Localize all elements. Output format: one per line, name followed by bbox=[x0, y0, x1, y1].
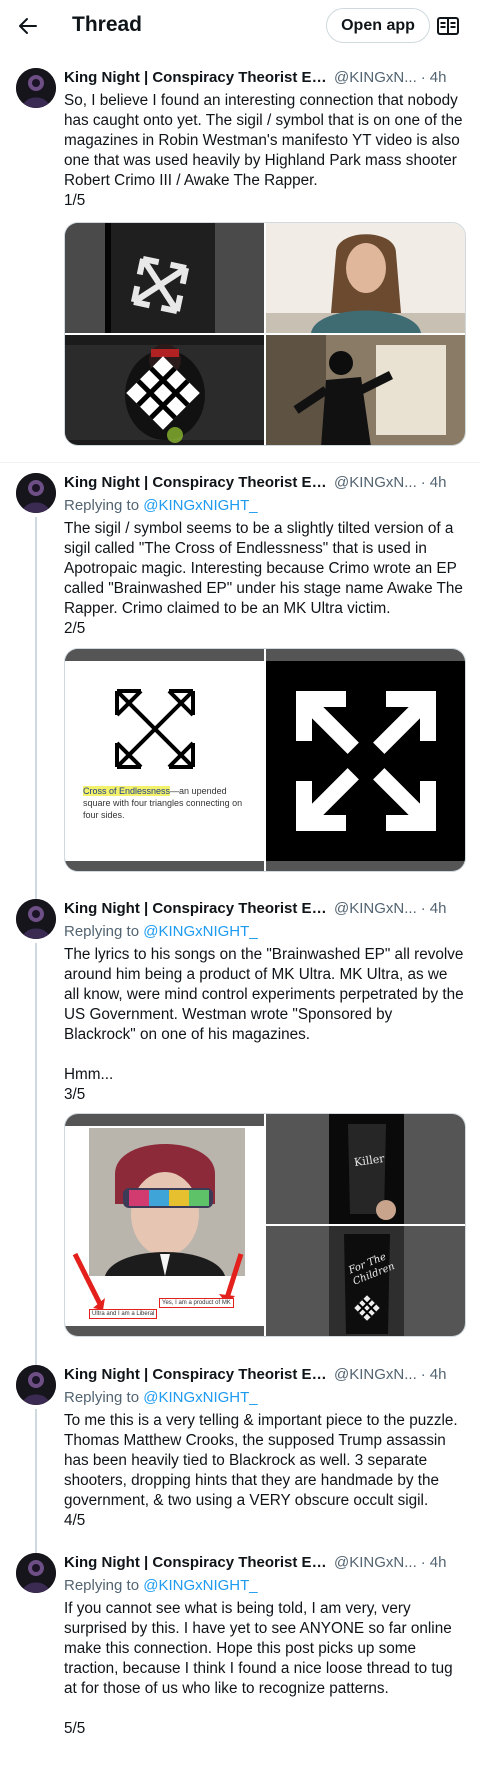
thread-post[interactable]: King Night | Conspiracy Theorist Ex... @… bbox=[0, 1365, 480, 1529]
author-name[interactable]: King Night | Conspiracy Theorist Ex... bbox=[64, 899, 330, 919]
top-bar: Thread Open app bbox=[0, 0, 480, 50]
author-name[interactable]: King Night | Conspiracy Theorist Ex... bbox=[64, 473, 330, 493]
avatar[interactable] bbox=[16, 899, 56, 939]
page-title: Thread bbox=[72, 13, 143, 36]
media-grid[interactable]: Cross of Endlessness—an upended square w… bbox=[64, 648, 466, 872]
media-image[interactable] bbox=[65, 223, 264, 333]
author-handle[interactable]: @KINGxN... bbox=[334, 1365, 417, 1385]
arrow-left-icon bbox=[19, 18, 37, 34]
reply-mention-link[interactable]: @KINGxNIGHT_ bbox=[143, 1389, 257, 1406]
post-time[interactable]: 4h bbox=[430, 68, 447, 88]
post-time[interactable]: 4h bbox=[430, 1365, 447, 1385]
reply-mention-link[interactable]: @KINGxNIGHT_ bbox=[143, 1577, 257, 1594]
post-text: So, I believe I found an interesting con… bbox=[64, 92, 463, 209]
media-annotation: Yes, I am a product of MK bbox=[159, 1298, 234, 1308]
author-handle[interactable]: @KINGxN... bbox=[334, 473, 417, 493]
avatar[interactable] bbox=[16, 1365, 56, 1405]
post-header: King Night | Conspiracy Theorist Ex... @… bbox=[64, 899, 447, 919]
post-text: The lyrics to his songs on the "Brainwas… bbox=[64, 946, 464, 1103]
reply-mention-link[interactable]: @KINGxNIGHT_ bbox=[143, 923, 257, 940]
media-annotation: Ultra and I am a Liberal bbox=[89, 1309, 158, 1319]
post-header: King Night | Conspiracy Theorist Ex... @… bbox=[64, 1365, 447, 1385]
media-image[interactable]: Killer bbox=[266, 1114, 465, 1224]
media-grid[interactable]: Yes, I am a product of MK Ultra and I am… bbox=[64, 1113, 466, 1337]
post-time[interactable]: 4h bbox=[430, 473, 447, 493]
author-handle[interactable]: @KINGxN... bbox=[334, 1553, 417, 1573]
author-name[interactable]: King Night | Conspiracy Theorist Ex... bbox=[64, 68, 330, 88]
post-time[interactable]: 4h bbox=[430, 899, 447, 919]
avatar[interactable] bbox=[16, 473, 56, 513]
post-header: King Night | Conspiracy Theorist Ex... @… bbox=[64, 68, 447, 88]
reader-mode-button[interactable] bbox=[436, 14, 460, 38]
media-image[interactable] bbox=[266, 223, 465, 333]
media-image[interactable]: Yes, I am a product of MK Ultra and I am… bbox=[65, 1114, 264, 1336]
back-button[interactable] bbox=[14, 12, 42, 40]
author-handle[interactable]: @KINGxN... bbox=[334, 68, 417, 88]
post-text: The sigil / symbol seems to be a slightl… bbox=[64, 520, 463, 637]
post-header: King Night | Conspiracy Theorist Ex... @… bbox=[64, 1553, 447, 1573]
author-name[interactable]: King Night | Conspiracy Theorist Ex... bbox=[64, 1365, 330, 1385]
thread-post[interactable]: King Night | Conspiracy Theorist Ex... @… bbox=[0, 1553, 480, 1753]
replying-to: Replying to @KINGxNIGHT_ bbox=[64, 1389, 258, 1406]
media-grid[interactable] bbox=[64, 222, 466, 446]
post-text: If you cannot see what is being told, I … bbox=[64, 1600, 453, 1737]
avatar[interactable] bbox=[16, 68, 56, 108]
post-text: To me this is a very telling & important… bbox=[64, 1412, 458, 1529]
post-header: King Night | Conspiracy Theorist Ex... @… bbox=[64, 473, 447, 493]
reader-mode-icon bbox=[437, 17, 459, 35]
author-name[interactable]: King Night | Conspiracy Theorist Ex... bbox=[64, 1553, 330, 1573]
media-image[interactable]: Cross of Endlessness—an upended square w… bbox=[65, 649, 264, 871]
post-time[interactable]: 4h bbox=[430, 1553, 447, 1573]
replying-to: Replying to @KINGxNIGHT_ bbox=[64, 923, 258, 940]
media-image[interactable] bbox=[266, 649, 465, 871]
media-image[interactable] bbox=[65, 335, 264, 445]
reply-mention-link[interactable]: @KINGxNIGHT_ bbox=[143, 497, 257, 514]
media-caption: Cross of Endlessness—an upended square w… bbox=[83, 786, 243, 820]
replying-to: Replying to @KINGxNIGHT_ bbox=[64, 1577, 258, 1594]
author-handle[interactable]: @KINGxN... bbox=[334, 899, 417, 919]
media-image[interactable]: For The Children bbox=[266, 1226, 465, 1336]
avatar[interactable] bbox=[16, 1553, 56, 1593]
media-image[interactable] bbox=[266, 335, 465, 445]
replying-to: Replying to @KINGxNIGHT_ bbox=[64, 497, 258, 514]
open-app-button[interactable]: Open app bbox=[326, 8, 430, 43]
